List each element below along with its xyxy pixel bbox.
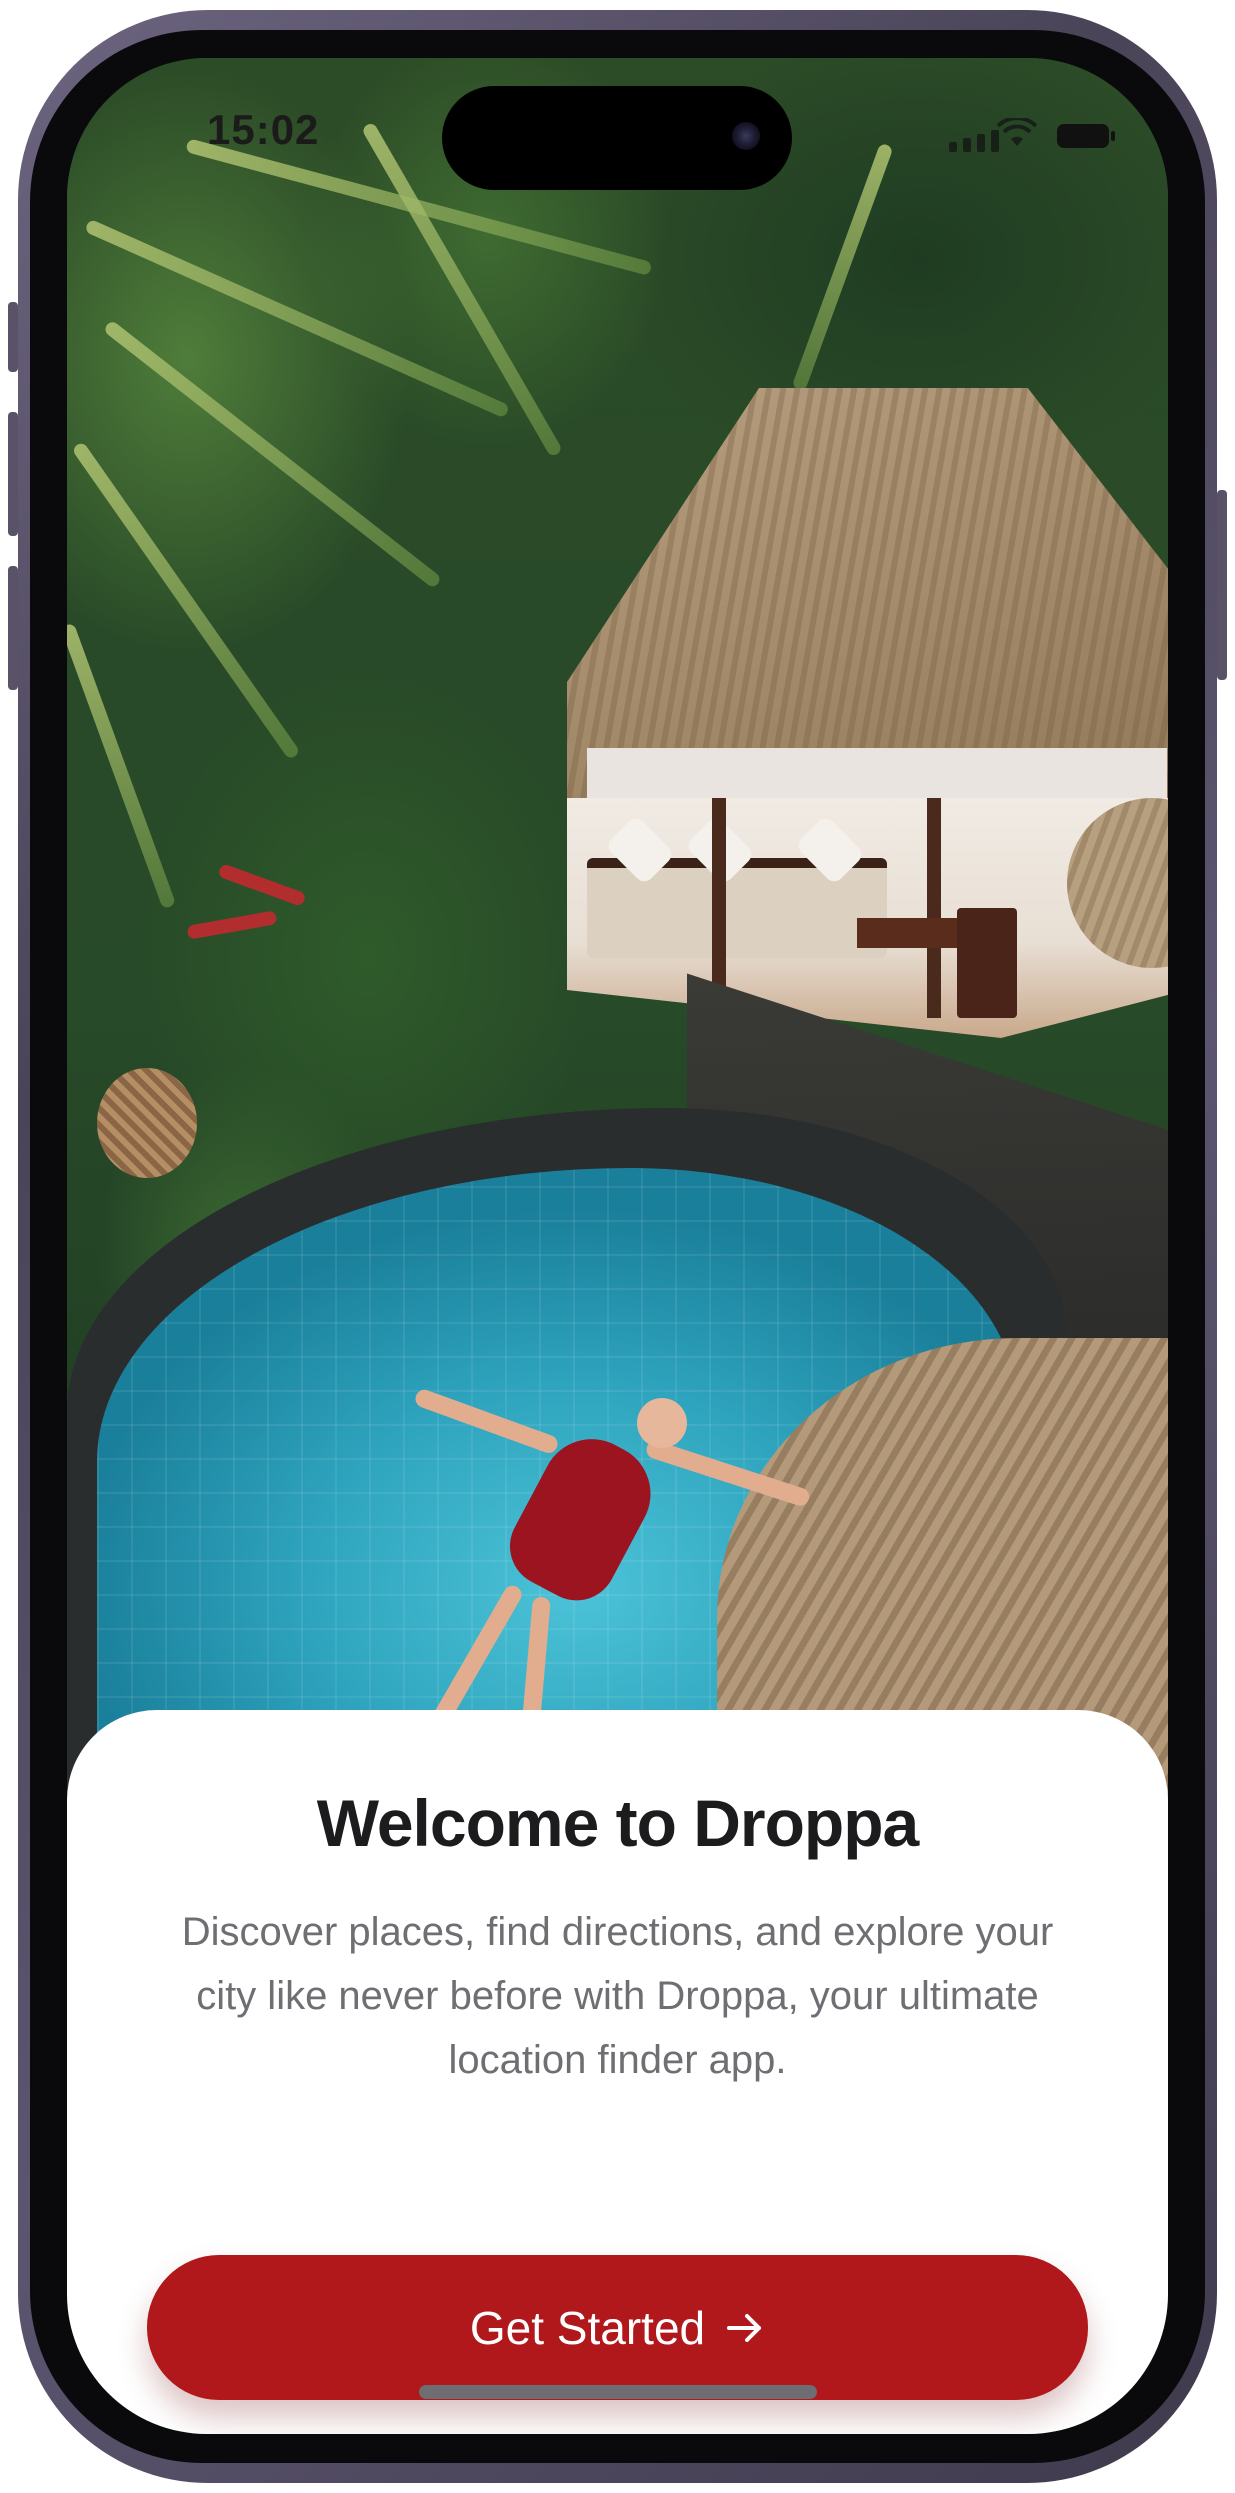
home-indicator[interactable] <box>419 2385 817 2399</box>
status-bar: 15:02 <box>67 58 1168 208</box>
dining-chair <box>957 908 1017 1018</box>
arrow-right-icon <box>727 2313 762 2342</box>
welcome-title: Welcome to Droppa <box>316 1786 920 1860</box>
woven-lamp <box>97 1068 197 1178</box>
power-button <box>1217 490 1227 680</box>
villa-post <box>712 798 726 998</box>
welcome-sheet: Welcome to Droppa Discover places, find … <box>67 1710 1168 2434</box>
get-started-label: Get Started <box>469 2301 706 2354</box>
front-camera-icon <box>732 122 760 150</box>
dynamic-island <box>442 86 792 190</box>
villa-post <box>927 798 941 1018</box>
swimmer <box>377 1387 812 1748</box>
welcome-description: Discover places, find directions, and ex… <box>181 1910 1054 2082</box>
swimmer-body <box>495 1421 669 1615</box>
swimmer-head <box>637 1398 687 1448</box>
action-button <box>8 302 18 372</box>
volume-up-button <box>8 412 18 536</box>
volume-down-button <box>8 566 18 690</box>
battery-icon <box>1057 124 1115 148</box>
status-time: 15:02 <box>207 106 320 153</box>
swimmer-arm <box>412 1387 561 1456</box>
get-started-button[interactable]: Get Started <box>147 2255 1088 2400</box>
cellular-signal-icon <box>949 130 999 152</box>
wifi-icon <box>997 118 1037 146</box>
phone-screen: 15:02 Welcome to Droppa Discover places,… <box>67 58 1168 2434</box>
